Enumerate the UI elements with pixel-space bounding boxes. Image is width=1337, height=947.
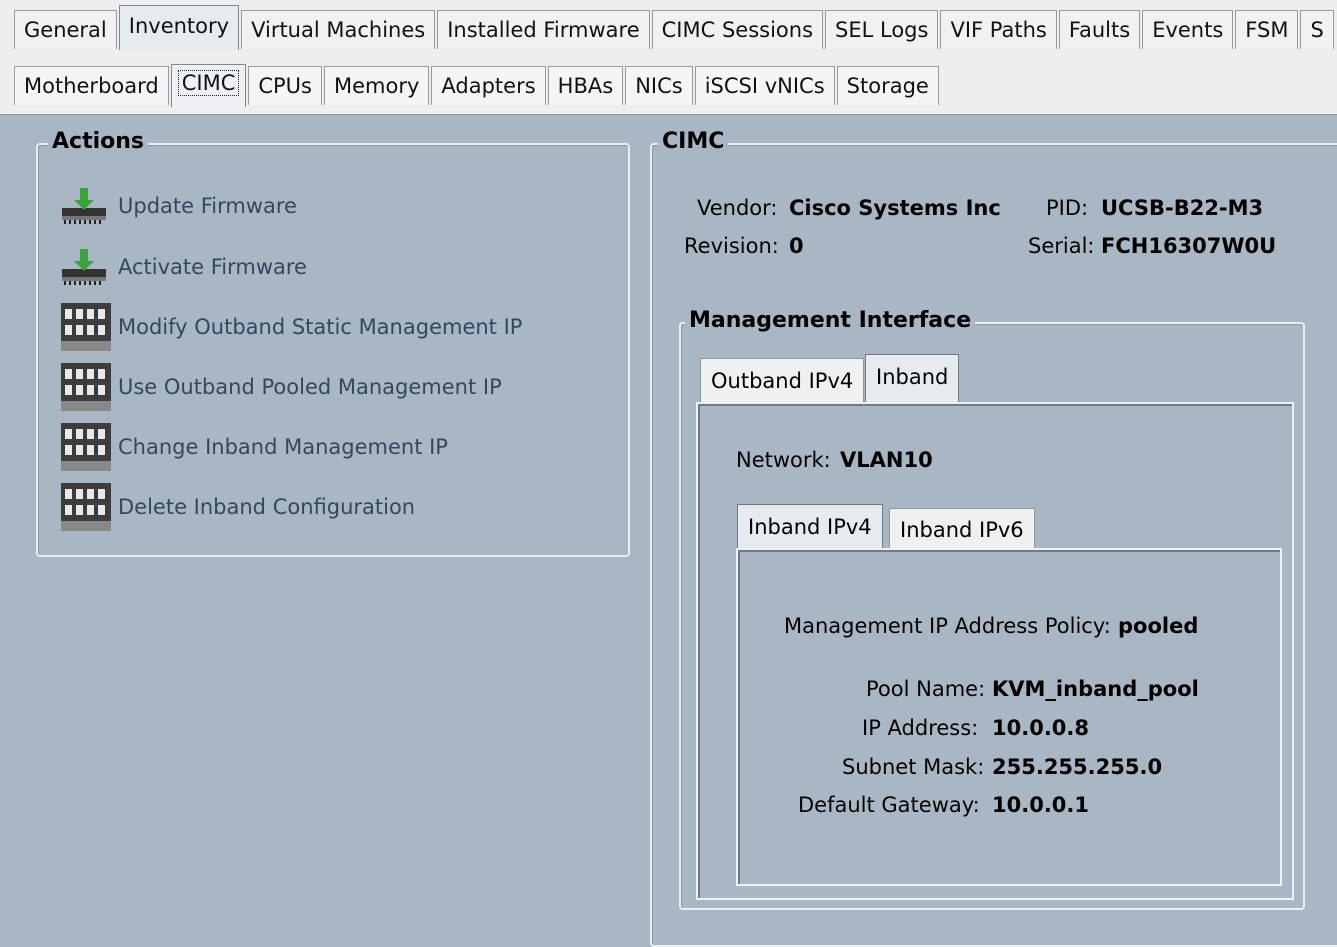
tab-inband-ipv6[interactable]: Inband IPv6 — [889, 508, 1035, 549]
vendor-label: Vendor: — [697, 196, 778, 220]
subtab-cpus[interactable]: CPUs — [248, 66, 322, 105]
actions-group: Actions Update Firmware Activate Firmwar… — [36, 129, 630, 557]
subtab-memory[interactable]: Memory — [324, 66, 430, 105]
policy-label: Management IP Address Policy: — [784, 614, 1111, 638]
update-firmware-action[interactable]: Update Firmware — [60, 180, 297, 232]
subtab-iscsi-vnics[interactable]: iSCSI vNICs — [694, 66, 835, 105]
top-tabs: General Inventory Virtual Machines Insta… — [14, 5, 1336, 50]
network-switch-icon — [60, 301, 112, 353]
actions-title: Actions — [48, 129, 148, 154]
tab-general[interactable]: General — [14, 10, 117, 49]
change-inband-ip-action[interactable]: Change Inband Management IP — [60, 421, 448, 473]
update-firmware-label: Update Firmware — [118, 194, 297, 218]
activate-firmware-label: Activate Firmware — [118, 255, 307, 279]
tab-inband[interactable]: Inband — [865, 354, 960, 403]
tab-sel-logs[interactable]: SEL Logs — [825, 10, 939, 49]
vendor-value: Cisco Systems Inc — [789, 196, 1001, 220]
subtab-adapters[interactable]: Adapters — [431, 66, 546, 105]
use-outband-pooled-ip-label: Use Outband Pooled Management IP — [118, 375, 502, 399]
tab-cimc-sessions[interactable]: CIMC Sessions — [651, 10, 824, 49]
subtab-hbas[interactable]: HBAs — [547, 66, 624, 105]
revision-label: Revision: — [684, 234, 779, 258]
activate-firmware-action[interactable]: Activate Firmware — [60, 241, 307, 293]
tab-virtual-machines[interactable]: Virtual Machines — [241, 10, 436, 49]
subnet-mask-value: 255.255.255.0 — [992, 755, 1163, 779]
pool-name-value: KVM_inband_pool — [992, 677, 1199, 701]
pid-label: PID: — [1046, 196, 1089, 220]
modify-outband-static-ip-label: Modify Outband Static Management IP — [118, 315, 523, 339]
tab-faults[interactable]: Faults — [1058, 10, 1141, 49]
network-switch-icon — [60, 361, 112, 413]
policy-value: pooled — [1118, 614, 1199, 638]
default-gateway-value: 10.0.0.1 — [992, 793, 1089, 817]
network-switch-icon — [60, 481, 112, 533]
modify-outband-static-ip-action[interactable]: Modify Outband Static Management IP — [60, 301, 522, 353]
cimc-title: CIMC — [658, 129, 729, 154]
change-inband-ip-label: Change Inband Management IP — [118, 435, 448, 459]
download-firmware-icon — [60, 180, 112, 232]
subtab-motherboard[interactable]: Motherboard — [14, 66, 169, 105]
network-value: VLAN10 — [840, 448, 933, 472]
serial-value: FCH16307W0U — [1101, 234, 1277, 258]
tab-inventory[interactable]: Inventory — [118, 5, 240, 50]
download-firmware-icon — [60, 241, 112, 293]
tab-installed-firmware[interactable]: Installed Firmware — [437, 10, 650, 49]
delete-inband-config-label: Delete Inband Configuration — [118, 495, 416, 519]
tab-vif-paths[interactable]: VIF Paths — [940, 10, 1057, 49]
default-gateway-label: Default Gateway: — [798, 793, 980, 817]
ip-address-label: IP Address: — [862, 716, 979, 740]
ip-address-value: 10.0.0.8 — [992, 716, 1089, 740]
subtab-cimc[interactable]: CIMC — [170, 64, 247, 107]
tab-inband-ipv4[interactable]: Inband IPv4 — [737, 504, 883, 549]
tab-overflow[interactable]: S — [1300, 10, 1334, 49]
tab-events[interactable]: Events — [1142, 10, 1234, 49]
network-label: Network: — [736, 448, 831, 472]
pool-name-label: Pool Name: — [866, 677, 986, 701]
revision-value: 0 — [789, 234, 804, 258]
serial-label: Serial: — [1028, 234, 1095, 258]
use-outband-pooled-ip-action[interactable]: Use Outband Pooled Management IP — [60, 361, 502, 413]
tab-fsm[interactable]: FSM — [1235, 10, 1299, 49]
network-switch-icon — [60, 421, 112, 473]
tab-outband-ipv4[interactable]: Outband IPv4 — [700, 358, 865, 403]
sub-tabs: Motherboard CIMC CPUs Memory Adapters HB… — [14, 64, 941, 107]
pid-value: UCSB-B22-M3 — [1101, 196, 1264, 220]
subtab-nics[interactable]: NICs — [625, 66, 693, 105]
subnet-mask-label: Subnet Mask: — [842, 755, 985, 779]
subtab-storage[interactable]: Storage — [836, 66, 939, 105]
management-interface-title: Management Interface — [685, 308, 976, 333]
subtab-cimc-label: CIMC — [177, 70, 240, 96]
delete-inband-config-action[interactable]: Delete Inband Configuration — [60, 481, 415, 533]
